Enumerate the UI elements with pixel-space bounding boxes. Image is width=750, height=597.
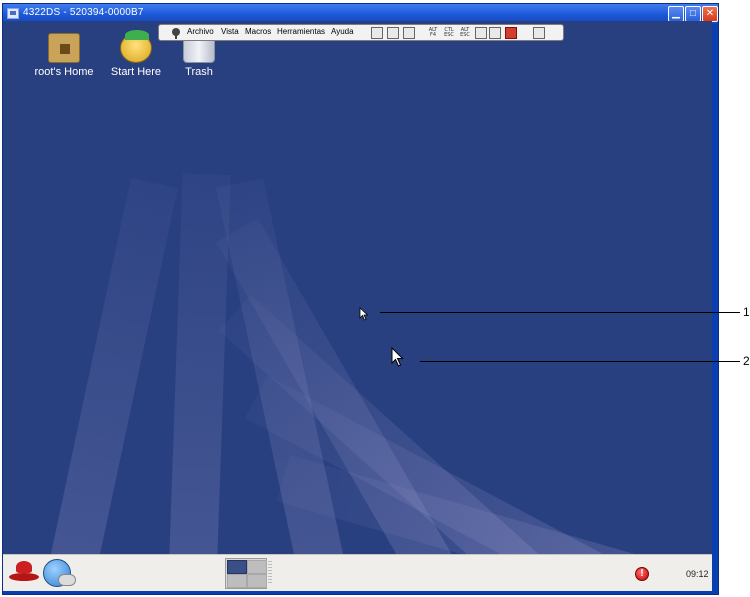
cursor-toggle-icon[interactable] — [403, 27, 415, 39]
desktop-icon-label: root's Home — [34, 66, 94, 78]
menu-vista[interactable]: Vista — [221, 27, 239, 36]
console-toolbar: Archivo Vista Macros Herramientas Ayuda … — [158, 24, 564, 41]
panel-toggle-icon[interactable] — [533, 27, 545, 39]
workspace-pager[interactable] — [225, 558, 267, 589]
monitor-icon[interactable] — [489, 27, 501, 39]
web-browser-icon[interactable] — [43, 559, 76, 587]
desktop-icon-label: Trash — [185, 66, 213, 78]
alt-esc-button[interactable]: ALT ESC — [459, 27, 471, 39]
mouse-sync-icon[interactable] — [387, 27, 399, 39]
callout-number-2: 2 — [743, 354, 750, 368]
desktop-icon-label: Start Here — [110, 66, 162, 78]
alt-f4-button[interactable]: ALT F4 — [427, 27, 439, 39]
callout-line-1 — [380, 312, 740, 313]
window-title: 4322DS - 520394-0000B7 — [23, 7, 144, 18]
keyboard-lock-icon[interactable] — [475, 27, 487, 39]
redhat-menu-icon[interactable] — [9, 561, 39, 585]
ctl-esc-button[interactable]: CTL ESC — [443, 27, 455, 39]
menu-macros[interactable]: Macros — [245, 27, 271, 36]
workspace-1[interactable] — [227, 560, 247, 574]
minimize-button[interactable]: ▁ — [668, 6, 684, 22]
clock[interactable]: 09:12 — [686, 569, 709, 579]
home-folder-icon — [48, 33, 80, 63]
close-button[interactable]: ✕ — [702, 6, 718, 22]
power-person-icon[interactable] — [505, 27, 517, 39]
start-here-icon — [120, 30, 152, 63]
workspace-2[interactable] — [247, 560, 267, 574]
large-cursor-icon — [391, 347, 404, 367]
callout-line-2 — [420, 361, 740, 362]
taskbar: ! 09:12 — [3, 554, 712, 591]
desktop-icon-roots-home[interactable]: root's Home — [29, 33, 99, 78]
desktop-area[interactable]: root's Home Start Here Trash — [3, 21, 712, 554]
screen: 4322DS - 520394-0000B7 ▁ □ ✕ root's Home… — [0, 0, 750, 597]
menu-ayuda[interactable]: Ayuda — [331, 27, 354, 36]
pin-icon[interactable] — [170, 27, 182, 39]
workspace-3[interactable] — [227, 574, 247, 588]
callout-number-1: 1 — [743, 305, 750, 319]
wallpaper-ray — [43, 178, 178, 554]
mouse-mode-icon[interactable] — [371, 27, 383, 39]
window-app-icon — [7, 8, 19, 19]
workspace-4[interactable] — [247, 574, 267, 588]
maximize-button[interactable]: □ — [685, 6, 701, 22]
wallpaper-ray — [168, 173, 231, 554]
menu-herramientas[interactable]: Herramientas — [277, 27, 325, 36]
menu-archivo[interactable]: Archivo — [187, 27, 214, 36]
alert-icon[interactable]: ! — [635, 567, 649, 581]
small-cursor-icon — [359, 307, 369, 321]
panel-grip[interactable] — [268, 561, 272, 585]
